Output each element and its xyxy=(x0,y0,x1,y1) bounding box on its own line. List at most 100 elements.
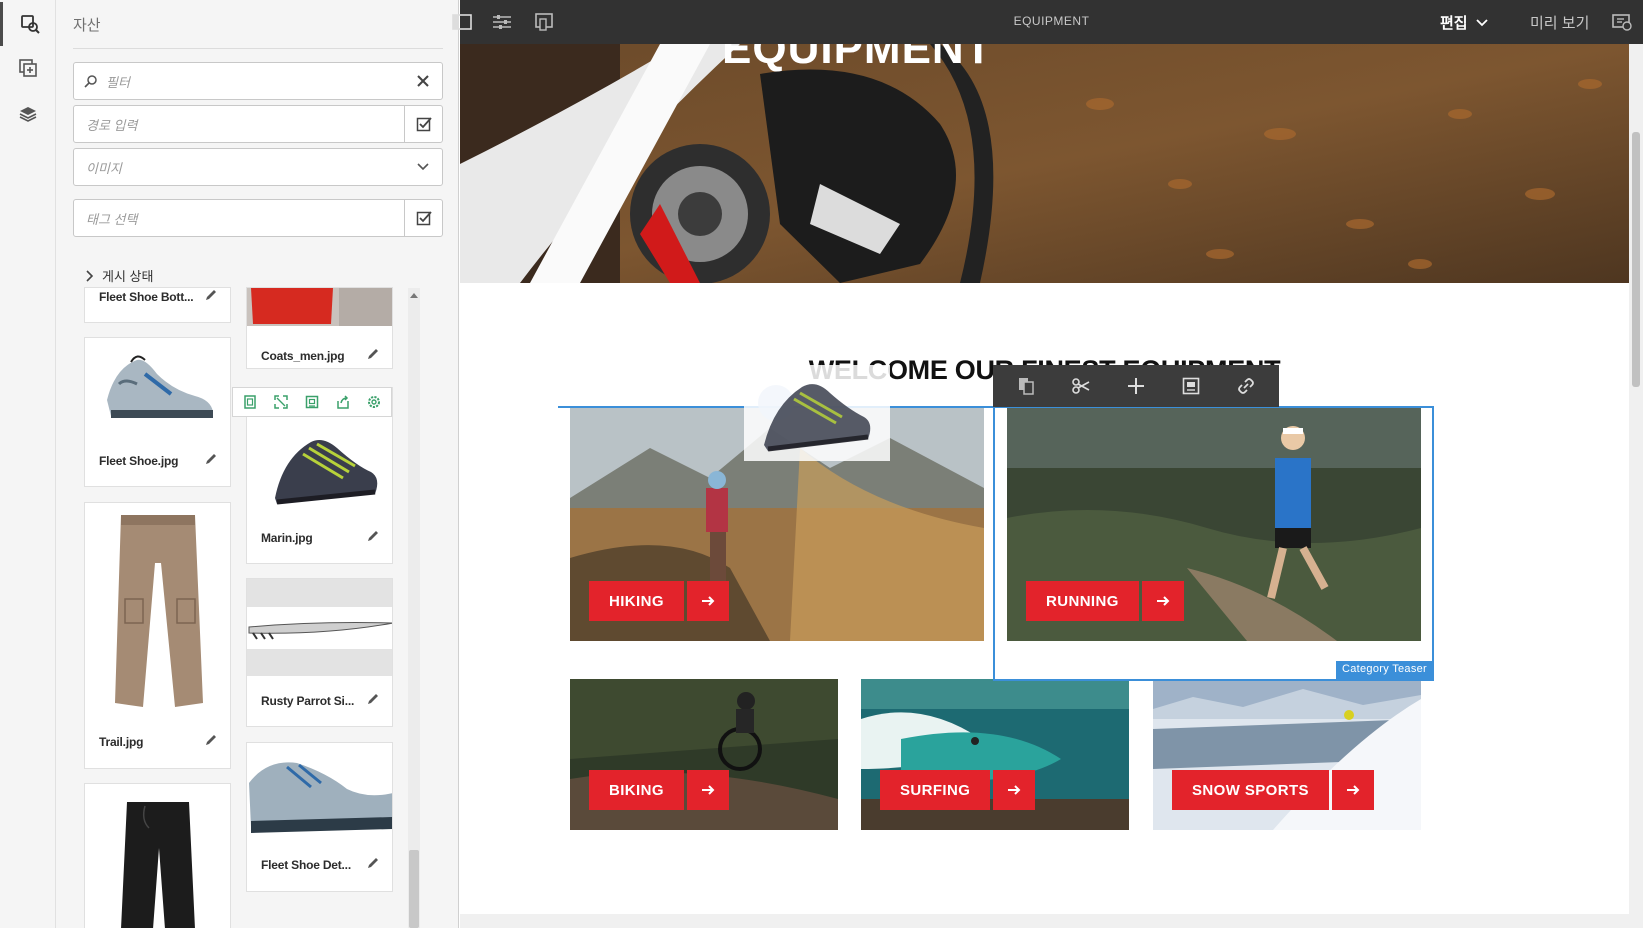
annotations-button[interactable] xyxy=(1610,10,1634,34)
selected-component-frame[interactable] xyxy=(993,406,1434,681)
cta-label: BIKING xyxy=(589,770,684,810)
filter-input[interactable]: 필터 xyxy=(73,62,443,100)
pants-image xyxy=(115,515,203,707)
chevron-down-icon xyxy=(417,163,429,171)
asset-type-select[interactable]: 이미지 xyxy=(73,148,443,186)
asset-panel: 자산 필터 경로 입력 이미지 태그 선택 게시 상태 Fleet Shoe B… xyxy=(56,0,459,928)
arrow-right-icon xyxy=(1008,785,1021,795)
edit-pencil-icon[interactable] xyxy=(366,692,380,706)
components-tab[interactable] xyxy=(0,46,56,90)
arrow-right-icon xyxy=(1346,785,1360,795)
asset-card[interactable]: Fleet Shoe Bott... xyxy=(84,287,231,323)
edit-pencil-icon[interactable] xyxy=(366,529,380,543)
divider xyxy=(73,48,443,49)
edit-pencil-icon[interactable] xyxy=(204,452,218,466)
asset-card[interactable]: Trail.jpg xyxy=(84,502,231,769)
asset-label: Rusty Parrot Si... xyxy=(261,694,355,708)
publish-status-label: 게시 상태 xyxy=(102,269,154,284)
asset-card[interactable]: Coats_men.jpg xyxy=(246,287,393,369)
page-canvas: EQUIPMENT WELCOME OUR FINEST EQUIPMENT xyxy=(460,44,1629,915)
publish-status-toggle[interactable]: 게시 상태 xyxy=(86,266,153,285)
asset-quick-actions xyxy=(232,387,392,417)
gear-icon[interactable] xyxy=(366,394,382,410)
cta-arrow-button[interactable] xyxy=(686,770,729,810)
components-icon xyxy=(19,59,37,77)
hero-title: EQUIPMENT xyxy=(722,44,993,73)
biking-cta[interactable]: BIKING xyxy=(589,770,729,810)
content-tree-tab[interactable] xyxy=(0,92,56,136)
edit-pencil-icon[interactable] xyxy=(204,733,218,747)
component-edit-toolbar xyxy=(993,365,1279,407)
asset-thumbnail xyxy=(247,743,392,839)
snow-sports-cta[interactable]: SNOW SPORTS xyxy=(1172,770,1374,810)
edit-pencil-icon[interactable] xyxy=(366,347,380,361)
chevron-down-icon xyxy=(1475,18,1488,26)
layers-icon xyxy=(19,107,37,122)
toggle-side-panel-button[interactable] xyxy=(450,10,474,34)
path-field[interactable]: 경로 입력 xyxy=(73,105,443,143)
group-icon[interactable] xyxy=(1181,376,1201,396)
editor-toolbar: EQUIPMENT 편집 미리 보기 xyxy=(452,0,1643,44)
side-panel-icon xyxy=(452,14,472,30)
bike-shoe-image xyxy=(275,440,378,505)
arrow-right-icon xyxy=(701,785,715,795)
copy-icon[interactable] xyxy=(1016,376,1036,396)
mode-label: 편집 xyxy=(1440,15,1468,32)
select-checkbox-icon xyxy=(416,211,432,226)
page-vertical-scrollbar[interactable] xyxy=(1629,44,1643,928)
asset-type-value: 이미지 xyxy=(86,160,122,176)
chevron-right-icon xyxy=(86,269,94,282)
preview-button[interactable]: 미리 보기 xyxy=(1530,12,1589,33)
scrollbar-thumb[interactable] xyxy=(409,850,419,928)
asset-thumbnail xyxy=(85,338,230,435)
bike-shoe-image xyxy=(764,384,871,452)
annotation-icon xyxy=(1612,14,1632,31)
mode-selector[interactable]: 편집 xyxy=(1440,12,1488,33)
tag-field[interactable]: 태그 선택 xyxy=(73,199,443,237)
path-browse-button[interactable] xyxy=(404,106,442,142)
link-icon[interactable] xyxy=(1236,376,1256,396)
sliders-icon xyxy=(493,15,511,29)
asset-card[interactable] xyxy=(84,783,231,928)
fullscreen-icon[interactable] xyxy=(273,394,289,410)
asset-list-scrollbar[interactable] xyxy=(408,288,420,928)
filter-placeholder: 필터 xyxy=(106,74,130,90)
edit-pencil-icon[interactable] xyxy=(204,288,218,302)
coat-image xyxy=(247,288,392,326)
assets-tab[interactable] xyxy=(0,2,56,46)
asset-thumbnail xyxy=(247,579,392,676)
share-icon[interactable] xyxy=(335,394,351,410)
emulator-button[interactable] xyxy=(532,10,556,34)
path-placeholder: 경로 입력 xyxy=(86,117,138,133)
surfing-cta[interactable]: SURFING xyxy=(880,770,1036,810)
cta-label: SNOW SPORTS xyxy=(1172,770,1329,810)
asset-card[interactable]: Rusty Parrot Si... xyxy=(246,578,393,727)
cta-arrow-button[interactable] xyxy=(993,770,1036,810)
dragged-asset-preview xyxy=(744,365,890,461)
cut-icon[interactable] xyxy=(1071,376,1091,396)
asset-label: Marin.jpg xyxy=(261,531,313,545)
add-icon[interactable] xyxy=(1126,376,1146,396)
page-properties-button[interactable] xyxy=(490,10,514,34)
bike-hero-image xyxy=(460,44,1629,283)
tag-browse-button[interactable] xyxy=(404,200,442,236)
edit-pencil-icon[interactable] xyxy=(366,856,380,870)
vertical-scrollbar-thumb[interactable] xyxy=(1632,132,1640,387)
asset-card[interactable]: Fleet Shoe.jpg xyxy=(84,337,231,487)
cta-label: SURFING xyxy=(880,770,991,810)
asset-thumbnail xyxy=(85,784,230,928)
search-icon xyxy=(84,75,97,88)
page-horizontal-scrollbar[interactable] xyxy=(460,914,1629,928)
asset-card[interactable]: Fleet Shoe Det... xyxy=(246,742,393,892)
panel-title: 자산 xyxy=(73,17,101,34)
tag-placeholder: 태그 선택 xyxy=(86,211,138,227)
clear-filter-button[interactable] xyxy=(404,63,442,99)
arrow-right-icon xyxy=(701,596,715,606)
scroll-up-arrow-icon[interactable] xyxy=(410,293,418,298)
edit-icon[interactable] xyxy=(242,394,258,410)
publish-icon[interactable] xyxy=(304,394,320,410)
cta-arrow-button[interactable] xyxy=(686,581,729,621)
asset-type-toggle[interactable] xyxy=(404,149,442,185)
hiking-cta[interactable]: HIKING xyxy=(589,581,729,621)
cta-arrow-button[interactable] xyxy=(1331,770,1374,810)
